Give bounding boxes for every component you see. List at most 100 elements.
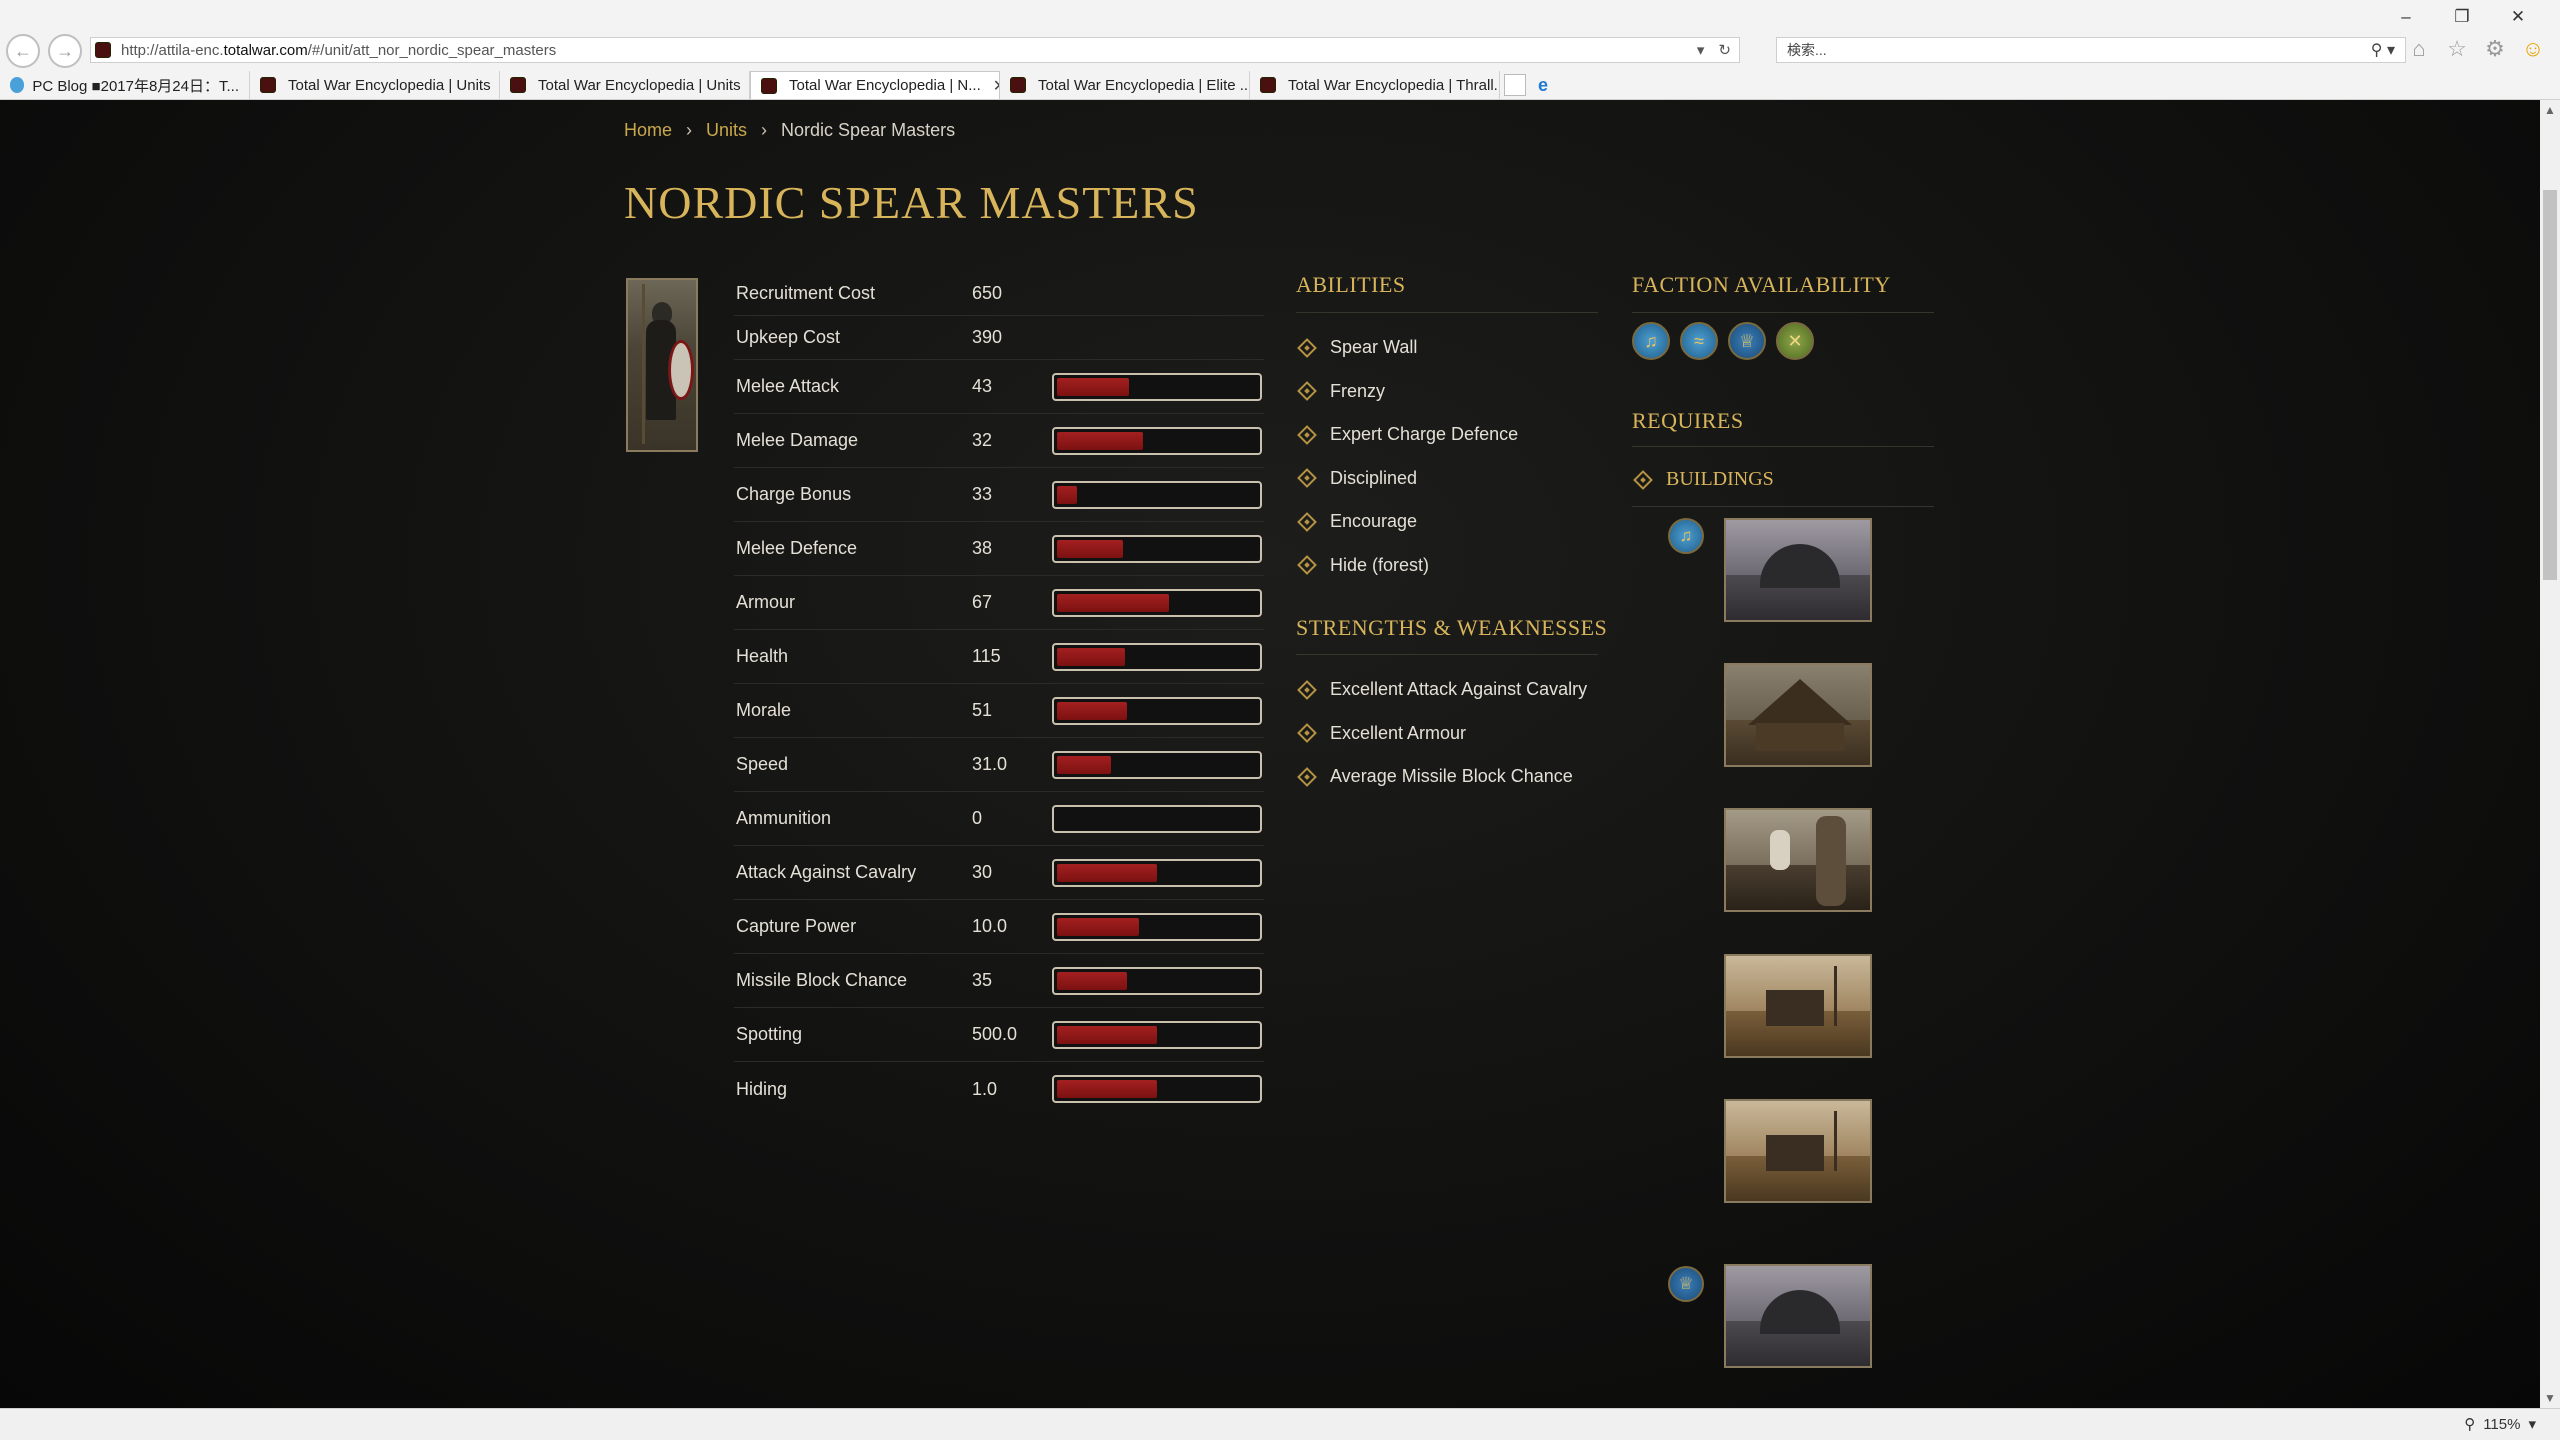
new-tab-button[interactable] xyxy=(1504,74,1526,96)
stat-row: Capture Power 10.0 xyxy=(734,900,1264,954)
tab-units-2[interactable]: Total War Encyclopedia | Units xyxy=(500,71,750,99)
toolbar-icons: ⌂ ☆ ⚙ ☺ xyxy=(2406,36,2546,62)
zoom-level: 115% xyxy=(2483,1415,2521,1433)
tab-nordic-active[interactable]: Total War Encyclopedia | N... ✕ xyxy=(750,71,1000,99)
tab-pc-blog[interactable]: PC Blog ■2017年8月24日：T... xyxy=(0,71,250,99)
strengths-list: Excellent Attack Against Cavalry Excellen… xyxy=(1296,668,1587,799)
tab-label: Total War Encyclopedia | Thrall... xyxy=(1288,76,1500,94)
forward-button[interactable]: → xyxy=(48,34,82,68)
faction-wave-icon[interactable]: ≈ xyxy=(1680,322,1718,360)
unit-stats-table: Recruitment Cost 650 Upkeep Cost 390 Melee A… xyxy=(734,272,1264,1116)
stat-label: Attack Against Cavalry xyxy=(736,862,917,882)
stat-label: Armour xyxy=(736,592,796,612)
close-tab-icon[interactable]: ✕ xyxy=(993,76,999,96)
stat-bar xyxy=(1052,642,1262,671)
stat-value: 32 xyxy=(972,430,993,450)
refresh-icon[interactable]: ↻ xyxy=(1718,41,1731,59)
strength-item[interactable]: Excellent Attack Against Cavalry xyxy=(1296,668,1587,712)
item-label: Excellent Attack Against Cavalry xyxy=(1330,679,1588,700)
stat-value: 115 xyxy=(972,646,1001,666)
building-thumbnail[interactable] xyxy=(1724,808,1872,912)
building-thumbnail[interactable] xyxy=(1724,1264,1872,1368)
building-thumbnail[interactable] xyxy=(1724,954,1872,1058)
favorites-star-icon[interactable]: ☆ xyxy=(2444,36,2470,62)
breadcrumb-home-link[interactable]: Home xyxy=(624,120,672,141)
settings-gear-icon[interactable]: ⚙ xyxy=(2482,36,2508,62)
faction-crown-icon[interactable]: ♕ xyxy=(1668,1266,1704,1302)
scroll-down-icon[interactable]: ▼ xyxy=(2540,1388,2560,1408)
back-button[interactable]: ← xyxy=(6,34,40,68)
feedback-smiley-icon[interactable]: ☺ xyxy=(2520,36,2546,62)
strength-item[interactable]: Excellent Armour xyxy=(1296,712,1587,756)
stat-row: Melee Damage 32 xyxy=(734,414,1264,468)
tab-elite[interactable]: Total War Encyclopedia | Elite ... xyxy=(1000,71,1250,99)
requires-heading: REQUIRES xyxy=(1632,408,1744,433)
ie-icon[interactable]: e xyxy=(1532,74,1554,96)
site-favicon-icon xyxy=(510,77,526,93)
stat-row: Missile Block Chance 35 xyxy=(734,954,1264,1008)
minimize-icon[interactable]: – xyxy=(2378,4,2434,30)
page-content: Home › Units › Nordic Spear Masters NORD… xyxy=(0,100,2540,1408)
scroll-up-icon[interactable]: ▲ xyxy=(2540,100,2560,120)
site-favicon-icon xyxy=(761,77,777,94)
stat-label: Ammunition xyxy=(736,808,832,828)
url-text[interactable]: http://attila-enc.totalwar.com/#/unit/at… xyxy=(121,42,556,59)
diamond-bullet-icon xyxy=(1297,766,1317,787)
ability-item[interactable]: Encourage xyxy=(1296,500,1518,544)
chevron-right-icon: › xyxy=(686,120,693,140)
diamond-bullet-icon xyxy=(1297,468,1317,489)
breadcrumb: Home › Units › Nordic Spear Masters xyxy=(624,120,955,141)
ability-item[interactable]: Disciplined xyxy=(1296,457,1518,501)
search-icon[interactable]: ⚲ ▾ xyxy=(2371,40,2395,60)
stat-bar xyxy=(1052,858,1262,887)
close-window-icon[interactable]: ✕ xyxy=(2490,4,2546,30)
stat-row: Morale 51 xyxy=(734,684,1264,738)
search-input[interactable]: 検索... ⚲ ▾ xyxy=(1776,37,2406,63)
site-favicon-icon xyxy=(95,42,111,58)
stat-label: Missile Block Chance xyxy=(736,970,908,990)
diamond-bullet-icon xyxy=(1297,555,1317,576)
strength-item[interactable]: Average Missile Block Chance xyxy=(1296,755,1587,799)
ability-item[interactable]: Spear Wall xyxy=(1296,326,1518,370)
site-favicon-icon xyxy=(260,77,276,93)
building-thumbnail[interactable] xyxy=(1724,518,1872,622)
page-scrollbar[interactable]: ▲ ▼ xyxy=(2540,100,2560,1408)
dropdown-arrow-icon[interactable]: ▾ xyxy=(1697,41,1705,59)
status-bar: ⚲ 115% ▾ xyxy=(0,1408,2560,1440)
faction-crossed-axes-icon[interactable]: ✕ xyxy=(1776,322,1814,360)
stat-bar-fill xyxy=(1057,377,1129,396)
zoom-control[interactable]: ⚲ 115% ▾ xyxy=(2464,1415,2536,1434)
tab-thrall[interactable]: Total War Encyclopedia | Thrall... xyxy=(1250,71,1500,99)
chevron-down-icon[interactable]: ▾ xyxy=(2528,1415,2536,1433)
stat-row: Attack Against Cavalry 30 xyxy=(734,846,1264,900)
building-thumbnail[interactable] xyxy=(1724,1099,1872,1203)
faction-crown-icon[interactable]: ♕ xyxy=(1728,322,1766,360)
abilities-list: Spear Wall Frenzy Expert Charge Defence Dis… xyxy=(1296,326,1518,587)
tab-bar: PC Blog ■2017年8月24日：T... Total War Encyc… xyxy=(0,70,2560,99)
page-title: NORDIC SPEAR MASTERS xyxy=(624,177,1199,228)
home-icon[interactable]: ⌂ xyxy=(2406,36,2432,62)
stat-label: Melee Damage xyxy=(736,430,859,450)
stat-row: Armour 67 xyxy=(734,576,1264,630)
ability-item[interactable]: Hide (forest) xyxy=(1296,544,1518,588)
stat-bar xyxy=(1052,534,1262,563)
breadcrumb-units-link[interactable]: Units xyxy=(706,120,747,141)
tab-label: PC Blog ■2017年8月24日：T... xyxy=(32,77,239,95)
ability-item[interactable]: Frenzy xyxy=(1296,370,1518,414)
faction-horn-icon[interactable]: ♫ xyxy=(1668,518,1704,554)
zoom-icon: ⚲ xyxy=(2464,1416,2476,1433)
tab-units-1[interactable]: Total War Encyclopedia | Units xyxy=(250,71,500,99)
divider xyxy=(1296,654,1598,655)
faction-horn-icon[interactable]: ♫ xyxy=(1632,322,1670,360)
faction-availability-heading: FACTION AVAILABILITY xyxy=(1632,272,1891,297)
building-thumbnail[interactable] xyxy=(1724,663,1872,767)
ability-item[interactable]: Expert Charge Defence xyxy=(1296,413,1518,457)
stat-label: Hiding xyxy=(736,1078,788,1099)
address-bar[interactable]: http://attila-enc.totalwar.com/#/unit/at… xyxy=(90,37,1740,63)
item-label: Encourage xyxy=(1330,511,1418,532)
stat-value: 0 xyxy=(972,808,983,828)
divider xyxy=(1632,446,1934,447)
restore-icon[interactable]: ❐ xyxy=(2434,4,2490,30)
scrollbar-thumb[interactable] xyxy=(2543,190,2557,580)
stat-value: 38 xyxy=(972,538,993,558)
